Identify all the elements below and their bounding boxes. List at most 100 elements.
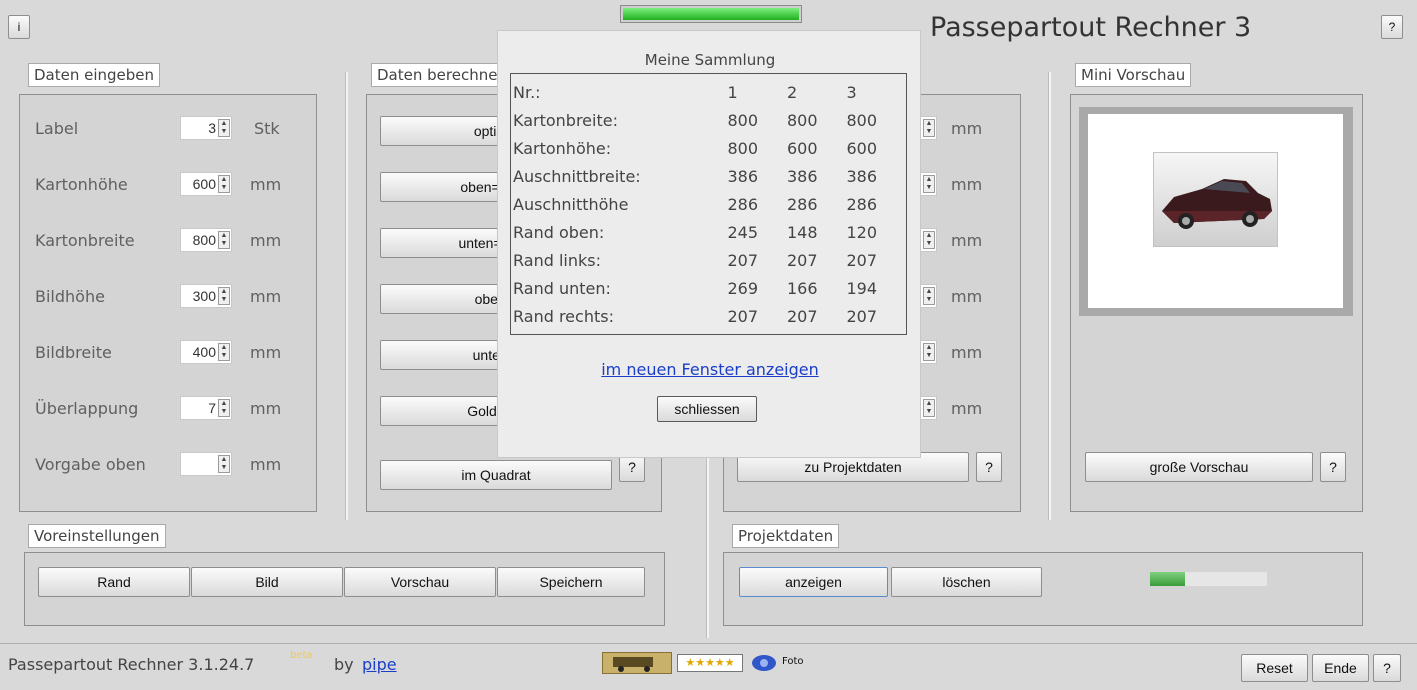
- table-row: Rand oben: 245 148 120: [511, 218, 906, 246]
- input-label: Vorgabe oben: [35, 455, 146, 474]
- table-cell: 800: [786, 110, 818, 130]
- number-value: 600: [192, 176, 216, 192]
- spinner-icon[interactable]: ▲ ▼: [218, 119, 230, 137]
- table-key: Rand rechts:: [513, 306, 614, 326]
- large-preview-button[interactable]: große Vorschau: [1085, 452, 1313, 482]
- table-key: Nr.:: [513, 82, 541, 102]
- spinner-icon[interactable]: ▲ ▼: [218, 287, 230, 305]
- table-cell: 800: [727, 138, 759, 158]
- car-logo-icon[interactable]: [602, 652, 672, 674]
- table-cell: 207: [727, 250, 759, 270]
- input-label: Label: [35, 119, 79, 138]
- table-row: Kartonhöhe: 800 600 600: [511, 134, 906, 162]
- table-cell: 207: [846, 306, 878, 326]
- spinner-icon[interactable]: ▲ ▼: [923, 287, 935, 305]
- info-button[interactable]: i: [8, 15, 30, 39]
- table-key: Rand oben:: [513, 222, 605, 242]
- number-input[interactable]: 300 ▲ ▼: [180, 284, 232, 308]
- number-input[interactable]: 7 ▲ ▼: [180, 396, 232, 420]
- foto-label: Foto: [782, 656, 804, 667]
- spinner-icon[interactable]: ▲ ▼: [923, 175, 935, 193]
- spinner-icon[interactable]: ▲ ▼: [923, 119, 935, 137]
- table-row: Rand rechts: 207 207 207: [511, 302, 906, 330]
- number-input[interactable]: 600 ▲ ▼: [180, 172, 232, 196]
- unit-label: Stk: [254, 119, 280, 138]
- spinner-icon[interactable]: ▲ ▼: [923, 343, 935, 361]
- table-cell: 148: [786, 222, 818, 242]
- spinner-icon[interactable]: ▲ ▼: [218, 399, 230, 417]
- spinner-icon[interactable]: ▲ ▼: [218, 343, 230, 361]
- number-value: 3: [208, 120, 216, 136]
- number-value: 800: [192, 232, 216, 248]
- table-cell: 286: [727, 194, 759, 214]
- unit-label: mm: [250, 455, 282, 474]
- table-cell: 194: [846, 278, 878, 298]
- table-key: Rand links:: [513, 250, 601, 270]
- table-key: Rand unten:: [513, 278, 611, 298]
- unit-label: mm: [250, 287, 282, 306]
- preset-bild-button[interactable]: Bild: [191, 567, 343, 597]
- table-cell: 166: [786, 278, 818, 298]
- table-cell: 120: [846, 222, 878, 242]
- unit-label: mm: [250, 399, 282, 418]
- foto-logo-icon[interactable]: Foto: [750, 652, 820, 674]
- end-button[interactable]: Ende: [1312, 654, 1369, 682]
- reset-button[interactable]: Reset: [1241, 654, 1308, 682]
- project-delete-button[interactable]: löschen: [891, 567, 1042, 597]
- number-value: 300: [192, 288, 216, 304]
- author-link[interactable]: pipe: [362, 655, 397, 674]
- rating-stars-icon[interactable]: ★★★★★: [677, 654, 743, 672]
- unit-label: mm: [951, 399, 983, 418]
- spinner-icon[interactable]: ▲ ▼: [923, 399, 935, 417]
- table-cell: 207: [846, 250, 878, 270]
- app-title: Passepartout Rechner 3: [930, 12, 1252, 43]
- result-help-button[interactable]: ?: [976, 452, 1002, 482]
- calc-button[interactable]: im Quadrat: [380, 460, 612, 490]
- input-label: Bildbreite: [35, 343, 112, 362]
- spinner-icon[interactable]: ▲ ▼: [218, 231, 230, 249]
- preview-mat: [1079, 107, 1353, 316]
- unit-label: mm: [250, 343, 282, 362]
- table-cell: 269: [727, 278, 759, 298]
- preset-rand-button[interactable]: Rand: [38, 567, 190, 597]
- spinner-icon[interactable]: ▲ ▼: [218, 455, 230, 473]
- table-cell: 1: [727, 82, 738, 102]
- close-popup-button[interactable]: schliessen: [657, 396, 757, 422]
- table-cell: 207: [786, 250, 818, 270]
- table-cell: 600: [786, 138, 818, 158]
- top-progress-fill: [623, 8, 799, 20]
- unit-label: mm: [951, 119, 983, 138]
- preset-vorschau-button[interactable]: Vorschau: [344, 567, 496, 597]
- spinner-icon[interactable]: ▲ ▼: [218, 175, 230, 193]
- input-legend: Daten eingeben: [28, 63, 161, 87]
- number-input[interactable]: ▲ ▼: [180, 452, 232, 476]
- help-button[interactable]: ?: [1381, 15, 1403, 39]
- table-cell: 386: [846, 166, 878, 186]
- number-input[interactable]: 400 ▲ ▼: [180, 340, 232, 364]
- open-new-window-link[interactable]: im neuen Fenster anzeigen: [498, 360, 922, 379]
- number-value: 7: [208, 400, 216, 416]
- project-show-button[interactable]: anzeigen: [739, 567, 888, 597]
- input-label: Bildhöhe: [35, 287, 105, 306]
- project-progress-fill: [1150, 572, 1186, 586]
- collection-popup: Meine Sammlung Nr.: 1 2 3 Kartonbreite: 800 80…: [497, 30, 921, 458]
- number-input[interactable]: 800 ▲ ▼: [180, 228, 232, 252]
- table-key: Auschnitthöhe: [513, 194, 629, 214]
- car-image: [1153, 152, 1278, 247]
- project-progress-bar: [1150, 572, 1267, 586]
- table-cell: 2: [786, 82, 798, 102]
- preset-speichern-button[interactable]: Speichern: [497, 567, 645, 597]
- table-row: Rand links: 207 207 207: [511, 246, 906, 274]
- table-row: Auschnittbreite: 386 386 386: [511, 162, 906, 190]
- footer-app-name: Passepartout Rechner 3.1.24.7: [8, 655, 255, 674]
- separator: [1048, 72, 1051, 520]
- preview-help-button[interactable]: ?: [1320, 452, 1346, 482]
- number-input[interactable]: 3 ▲ ▼: [180, 116, 232, 140]
- separator: [345, 72, 348, 520]
- footer-help-button[interactable]: ?: [1373, 654, 1401, 682]
- table-cell: 386: [727, 166, 759, 186]
- table-row: Kartonbreite: 800 800 800: [511, 106, 906, 134]
- table-row: Rand unten: 269 166 194: [511, 274, 906, 302]
- table-cell: 386: [786, 166, 818, 186]
- spinner-icon[interactable]: ▲ ▼: [923, 231, 935, 249]
